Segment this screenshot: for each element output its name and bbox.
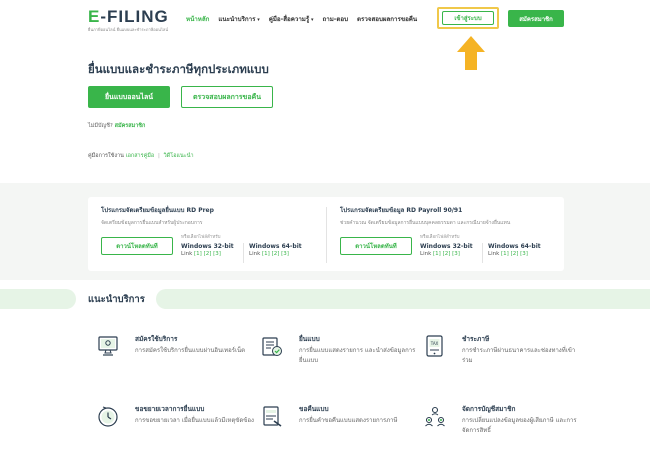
divider	[326, 207, 327, 263]
or-select-text: หรือเลือกไฟล์สำหรับ	[181, 235, 221, 240]
download-title: โปรแกรมจัดเตรียมข้อมูลยื่นแบบ RD Prep	[101, 207, 214, 214]
link-2[interactable]: [2]	[443, 251, 451, 257]
section-bar-left	[0, 289, 76, 309]
windows-32-option: Windows 32-bit Link [1] [2] [3]	[181, 243, 234, 257]
file-form-icon	[262, 337, 282, 356]
services-heading: แนะนำบริการ	[88, 294, 145, 305]
windows-32-option: Windows 32-bit Link [1] [2] [3]	[420, 243, 473, 257]
site-header: E-FILING ยื่นภาษีออนไลน์ ยื่นแบบและชำระภ…	[0, 0, 650, 70]
login-highlight: เข้าสู่ระบบ	[437, 7, 499, 29]
payment-tablet-icon: TAX	[426, 335, 443, 357]
link-1[interactable]: [1]	[194, 251, 202, 257]
service-desc: การชำระภาษีผ่านธนาคารและช่องทางที่เข้าร่…	[462, 347, 576, 364]
link-3[interactable]: [3]	[520, 251, 528, 257]
register-button[interactable]: สมัครสมาชิก	[508, 10, 564, 27]
windows-64-option: Windows 64-bit Link [1] [2] [3]	[488, 243, 541, 257]
rd-prep-download: โปรแกรมจัดเตรียมข้อมูลยื่นแบบ RD Prep จั…	[101, 205, 326, 263]
main-nav: หน้าหลัก แนะนำบริการ คู่มือ-สื่อความรู้ …	[186, 14, 417, 24]
link-3[interactable]: [3]	[452, 251, 460, 257]
account-users-icon	[425, 406, 445, 427]
login-button[interactable]: เข้าสู่ระบบ	[442, 11, 494, 25]
download-now-button[interactable]: ดาวน์โหลดทันที	[101, 237, 173, 255]
link-3[interactable]: [3]	[213, 251, 221, 257]
link-1[interactable]: [1]	[262, 251, 270, 257]
download-now-button[interactable]: ดาวน์โหลดทันที	[340, 237, 412, 255]
nav-services[interactable]: แนะนำบริการ	[218, 14, 259, 24]
download-description: จัดเตรียมข้อมูลการยื่นแบบสำหรับผู้ประกอบ…	[101, 220, 203, 226]
check-refund-button[interactable]: ตรวจสอบผลการขอคืน	[181, 86, 273, 108]
signup-link[interactable]: สมัครสมาชิก	[115, 123, 146, 129]
logo-text: -FILING	[100, 7, 169, 26]
nav-refund-status[interactable]: ตรวจสอบผลการขอคืน	[357, 14, 417, 24]
rd-payroll-download: โปรแกรมจัดเตรียมข้อมูล RD Payroll 90/91 …	[340, 205, 565, 263]
download-title: โปรแกรมจัดเตรียมข้อมูล RD Payroll 90/91	[340, 207, 463, 214]
clock-extend-icon	[98, 406, 118, 427]
windows-64-option: Windows 64-bit Link [1] [2] [3]	[249, 243, 302, 257]
service-title: ขอคืนแบบ	[299, 405, 329, 413]
service-desc: การยื่นแบบแสดงรายการ และนำส่งข้อมูลการยื…	[299, 347, 416, 364]
link-2[interactable]: [2]	[272, 251, 280, 257]
nav-home[interactable]: หน้าหลัก	[186, 14, 209, 24]
logo-letter: E	[88, 7, 101, 26]
svg-text:TAX: TAX	[430, 341, 439, 346]
logo-subtitle: ยื่นภาษีออนไลน์ ยื่นแบบและชำระภาษีออนไลน…	[88, 27, 169, 32]
section-bar-right	[156, 289, 650, 309]
download-card: โปรแกรมจัดเตรียมข้อมูลยื่นแบบ RD Prep จั…	[88, 197, 564, 271]
nav-manual[interactable]: คู่มือ-สื่อความรู้	[269, 14, 314, 24]
service-title: จัดการบัญชีสมาชิก	[462, 405, 516, 413]
no-account-text: ไม่มีบัญชี? สมัครสมาชิก	[88, 123, 146, 129]
guide-document-link[interactable]: เอกสารคู่มือ	[126, 153, 155, 159]
service-desc: การสมัครใช้บริการยื่นแบบผ่านอินเทอร์เน็ต	[135, 347, 246, 354]
service-title: ยื่นแบบ	[299, 335, 320, 343]
file-online-button[interactable]: ยื่นแบบออนไลน์	[88, 86, 170, 108]
nav-faq[interactable]: ถาม-ตอบ	[322, 14, 348, 24]
link-2[interactable]: [2]	[204, 251, 212, 257]
link-1[interactable]: [1]	[433, 251, 441, 257]
register-computer-icon	[98, 336, 118, 356]
or-select-text: หรือเลือกไฟล์สำหรับ	[420, 235, 460, 240]
service-desc: การขอขยายเวลา เมื่อยื่นแบบแล้วมีเหตุขัดข…	[135, 417, 254, 424]
link-3[interactable]: [3]	[281, 251, 289, 257]
arrow-up-icon	[457, 36, 485, 70]
service-title: ชำระภาษี	[462, 335, 490, 343]
refund-document-icon	[263, 406, 282, 427]
download-description: ช่วยคำนวณ จัดเตรียมข้อมูลการยื่นแบบบุคคล…	[340, 220, 511, 226]
service-title: สมัครใช้บริการ	[135, 335, 178, 343]
efiling-logo[interactable]: E-FILING ยื่นภาษีออนไลน์ ยื่นแบบและชำระภ…	[88, 7, 169, 33]
link-1[interactable]: [1]	[501, 251, 509, 257]
page-title: ยื่นแบบและชำระภาษีทุกประเภทแบบ	[88, 62, 269, 76]
service-title: ขอขยายเวลาการยื่นแบบ	[135, 405, 205, 413]
user-guide: คู่มือการใช้งาน เอกสารคู่มือ | วิดีโอแนะ…	[88, 153, 194, 159]
link-2[interactable]: [2]	[511, 251, 519, 257]
service-desc: การยื่นคำขอคืนแบบแสดงรายการภาษี	[299, 417, 398, 424]
service-desc: การเปลี่ยนแปลงข้อมูลของผู้เสียภาษี และกา…	[462, 417, 577, 434]
guide-video-link[interactable]: วิดีโอแนะนำ	[164, 153, 194, 159]
